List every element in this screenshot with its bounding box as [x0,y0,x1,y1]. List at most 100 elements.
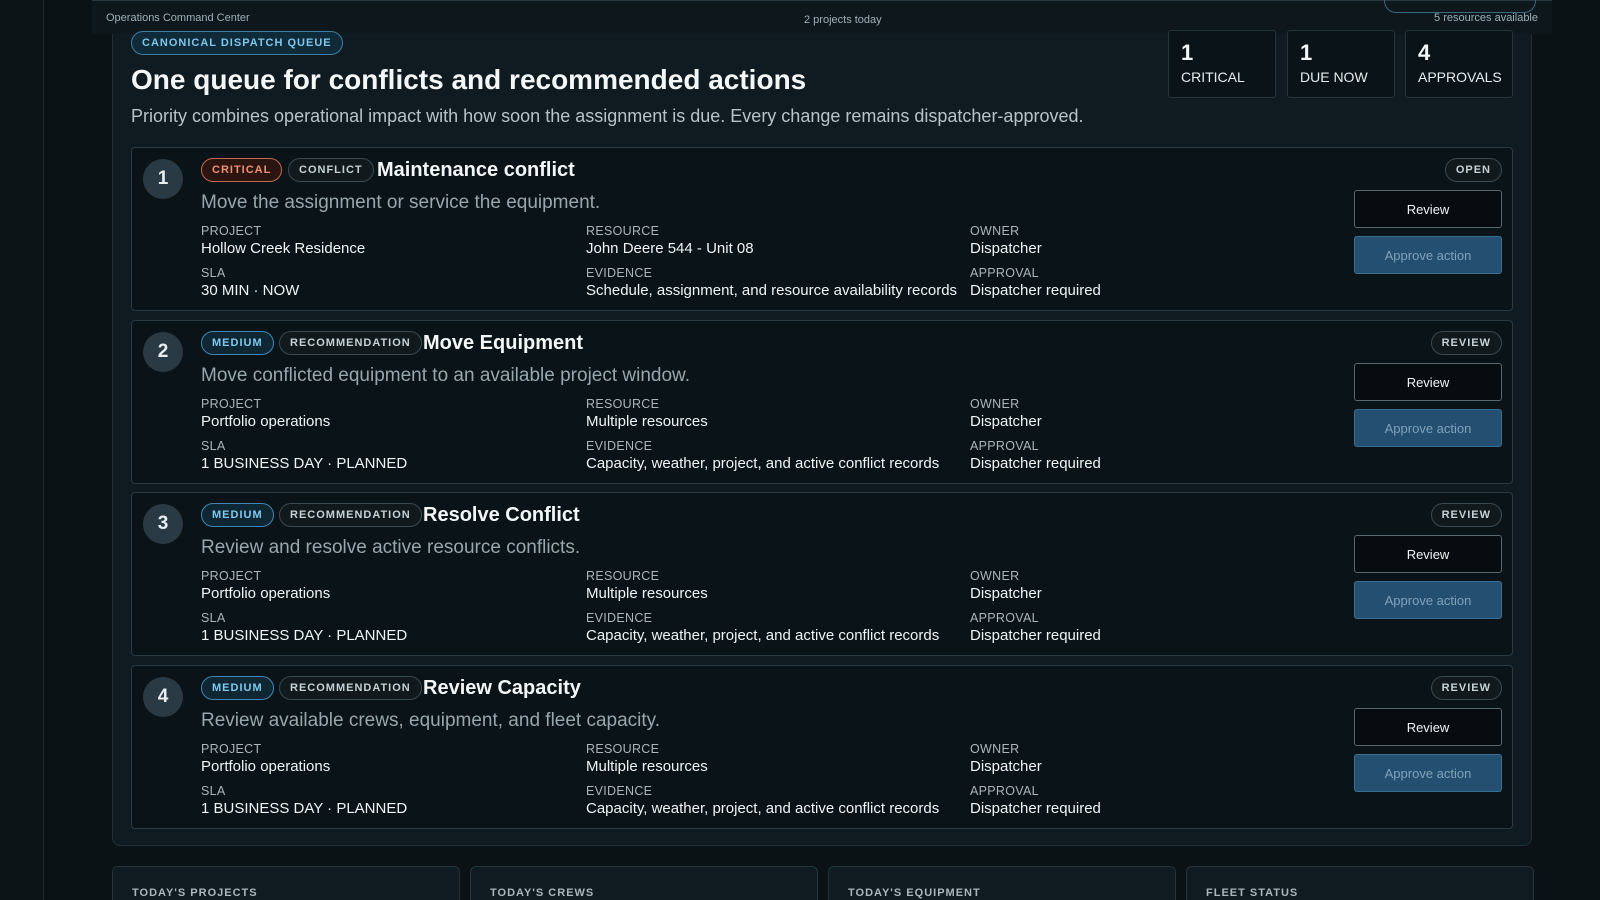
field-value: Multiple resources [586,413,708,430]
todays-projects-card[interactable]: TODAY'S PROJECTS [112,866,460,900]
queue-tag: CANONICAL DISPATCH QUEUE [131,31,343,55]
review-button[interactable]: Review [1354,535,1502,573]
card-label: TODAY'S PROJECTS [132,887,258,899]
field-label: OWNER [970,224,1020,238]
approval-field: APPROVAL Dispatcher required [970,439,1101,472]
queue-item: 2 MEDIUM RECOMMENDATION Move Equipment M… [131,320,1513,484]
project-field: PROJECT Portfolio operations [201,569,330,602]
severity-badge: CRITICAL [201,158,283,182]
field-label: SLA [201,611,226,625]
item-title: Resolve Conflict [423,504,580,526]
field-label: EVIDENCE [586,784,653,798]
field-value: Portfolio operations [201,413,331,430]
severity-badge: MEDIUM [201,503,274,527]
field-label: SLA [201,439,226,453]
field-value: Capacity, weather, project, and active c… [586,455,940,472]
rank-badge: 4 [143,677,183,717]
sla-field: SLA 1 BUSINESS DAY · PLANNED [201,439,407,472]
status-badge: OPEN [1444,158,1502,182]
field-label: RESOURCE [586,742,660,756]
stat-value: 1 [1181,40,1194,65]
field-label: RESOURCE [586,397,660,411]
approve-action-button[interactable]: Approve action [1354,409,1502,447]
field-label: EVIDENCE [586,611,653,625]
status-badge: REVIEW [1430,331,1502,355]
field-value: Hollow Creek Residence [201,240,366,257]
card-label: FLEET STATUS [1206,887,1299,899]
field-label: OWNER [970,397,1020,411]
field-label: PROJECT [201,397,262,411]
field-value: 1 BUSINESS DAY · PLANNED [201,800,408,817]
stat-value: 4 [1418,40,1431,65]
queue-item: 3 MEDIUM RECOMMENDATION Resolve Conflict… [131,492,1513,656]
todays-crews-card[interactable]: TODAY'S CREWS [470,866,818,900]
evidence-field: EVIDENCE Capacity, weather, project, and… [586,611,939,644]
field-value: Dispatcher [970,413,1042,430]
card-label: TODAY'S EQUIPMENT [848,887,981,899]
type-badge: RECOMMENDATION [279,503,422,527]
stat-label: APPROVALS [1418,69,1502,85]
review-button[interactable]: Review [1354,190,1502,228]
approve-action-button[interactable]: Approve action [1354,581,1502,619]
field-value: Schedule, assignment, and resource avail… [586,282,958,299]
field-label: SLA [201,784,226,798]
resource-field: RESOURCE Multiple resources [586,569,708,602]
field-value: Dispatcher required [970,282,1101,299]
field-label: SLA [201,266,226,280]
card-label: TODAY'S CREWS [490,887,595,899]
resources-available-count: 5 resources available [1434,11,1538,24]
top-pill-button[interactable] [1384,0,1536,13]
approval-field: APPROVAL Dispatcher required [970,611,1101,644]
field-value: 1 BUSINESS DAY · PLANNED [201,455,408,472]
review-button[interactable]: Review [1354,363,1502,401]
field-label: RESOURCE [586,569,660,583]
field-value: John Deere 544 - Unit 08 [586,240,754,257]
field-label: APPROVAL [970,611,1039,625]
item-description: Review and resolve active resource confl… [201,537,581,558]
stat-label: CRITICAL [1181,69,1245,85]
queue-item: 1 CRITICAL CONFLICT Maintenance conflict… [131,147,1513,311]
item-description: Move conflicted equipment to an availabl… [201,365,691,386]
field-value: Dispatcher required [970,627,1101,644]
field-label: APPROVAL [970,439,1039,453]
rank-badge: 3 [143,504,183,544]
app-name: Operations Command Center [106,11,250,24]
review-button[interactable]: Review [1354,708,1502,746]
project-field: PROJECT Portfolio operations [201,742,330,775]
status-badge: REVIEW [1430,503,1502,527]
approve-action-button[interactable]: Approve action [1354,236,1502,274]
stat-value: 1 [1300,40,1313,65]
item-description: Review available crews, equipment, and f… [201,710,661,731]
resource-field: RESOURCE Multiple resources [586,397,708,430]
item-title: Move Equipment [423,332,584,354]
owner-field: OWNER Dispatcher [970,224,1042,257]
field-label: EVIDENCE [586,266,653,280]
todays-equipment-card[interactable]: TODAY'S EQUIPMENT [828,866,1176,900]
field-value: Dispatcher [970,758,1042,775]
field-label: APPROVAL [970,266,1039,280]
project-field: PROJECT Portfolio operations [201,397,330,430]
field-value: Dispatcher [970,585,1042,602]
field-value: Multiple resources [586,758,708,775]
sla-field: SLA 1 BUSINESS DAY · PLANNED [201,784,407,817]
approval-field: APPROVAL Dispatcher required [970,784,1101,817]
evidence-field: EVIDENCE Schedule, assignment, and resou… [586,266,957,299]
rank-badge: 1 [143,159,183,199]
field-label: APPROVAL [970,784,1039,798]
project-field: PROJECT Hollow Creek Residence [201,224,365,257]
evidence-field: EVIDENCE Capacity, weather, project, and… [586,784,939,817]
field-label: EVIDENCE [586,439,653,453]
field-label: PROJECT [201,742,262,756]
stat-critical: 1 CRITICAL [1168,30,1276,98]
field-label: OWNER [970,742,1020,756]
approve-action-button[interactable]: Approve action [1354,754,1502,792]
sla-field: SLA 30 MIN · NOW [201,266,299,299]
resource-field: RESOURCE John Deere 544 - Unit 08 [586,224,754,257]
field-value: Dispatcher required [970,800,1101,817]
field-value: Multiple resources [586,585,708,602]
field-label: OWNER [970,569,1020,583]
field-value: Portfolio operations [201,758,331,775]
fleet-status-card[interactable]: FLEET STATUS [1186,866,1534,900]
owner-field: OWNER Dispatcher [970,569,1042,602]
queue-item: 4 MEDIUM RECOMMENDATION Review Capacity … [131,665,1513,829]
